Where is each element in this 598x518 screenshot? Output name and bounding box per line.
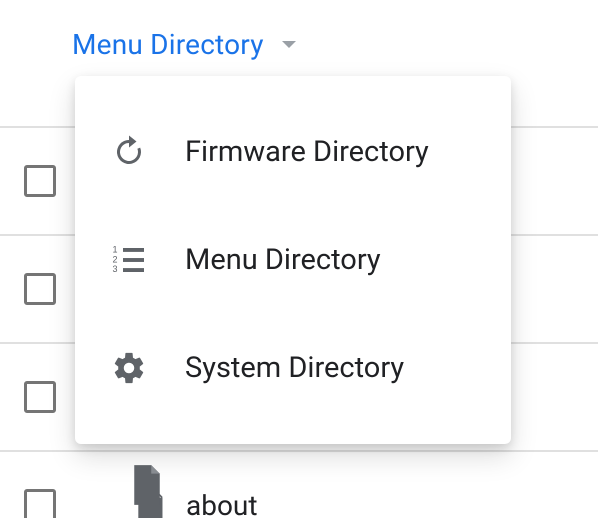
svg-text:1: 1: [113, 245, 118, 255]
row-checkbox[interactable]: [24, 381, 56, 413]
menu-item-system-directory[interactable]: System Directory: [75, 314, 511, 422]
svg-text:3: 3: [113, 264, 118, 274]
menu-directory-trigger[interactable]: Menu Directory: [72, 28, 296, 61]
menu-item-firmware-directory[interactable]: Firmware Directory: [75, 98, 511, 206]
gear-icon: [109, 350, 149, 386]
menu-item-label: System Directory: [185, 351, 404, 385]
numbered-list-icon: 1 2 3: [109, 242, 149, 278]
chevron-down-icon: [282, 41, 296, 48]
list-item[interactable]: about: [0, 450, 598, 518]
file-icon: [130, 465, 164, 505]
update-icon: [109, 134, 149, 170]
row-checkbox[interactable]: [24, 489, 56, 518]
menu-item-label: Firmware Directory: [185, 135, 429, 169]
svg-text:2: 2: [113, 254, 118, 264]
row-checkbox[interactable]: [24, 273, 56, 305]
directory-dropdown-menu: Firmware Directory 1 2 3 Menu Directory: [75, 76, 511, 444]
menu-item-menu-directory[interactable]: 1 2 3 Menu Directory: [75, 206, 511, 314]
menu-directory-trigger-label: Menu Directory: [72, 28, 264, 61]
row-checkbox[interactable]: [24, 165, 56, 197]
menu-item-label: Menu Directory: [185, 243, 381, 277]
list-item-label: about: [186, 489, 258, 518]
